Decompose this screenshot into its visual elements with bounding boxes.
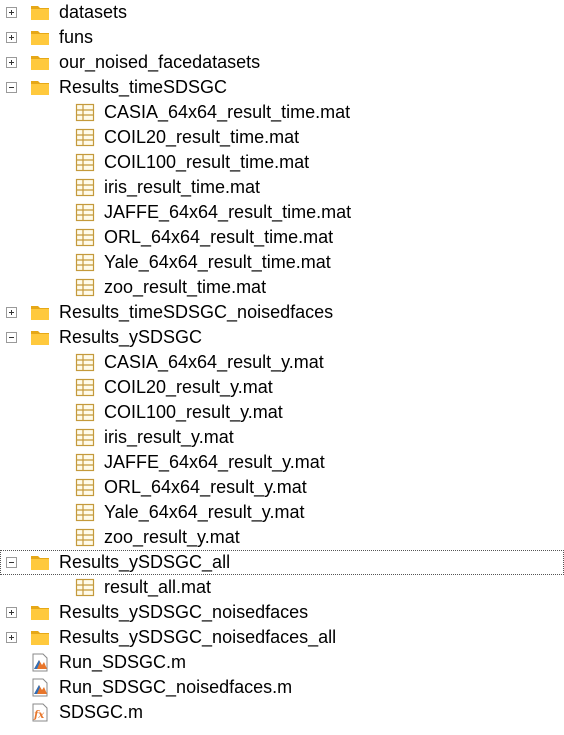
tree-item-label: Results_ySDSGC_noisedfaces_all <box>59 627 337 647</box>
matlab-function-icon: fx <box>30 703 50 722</box>
expand-toggle-icon[interactable] <box>6 57 17 68</box>
tree-item-label: CASIA_64x64_result_time.mat <box>104 102 351 122</box>
matlab-script-icon <box>30 678 50 697</box>
tree-item-label: iris_result_y.mat <box>104 427 234 447</box>
tree-item-label: our_noised_facedatasets <box>59 52 261 72</box>
tree-file-row[interactable]: COIL20_result_time.mat <box>0 125 564 150</box>
tree-item-label: CASIA_64x64_result_y.mat <box>104 352 324 372</box>
mat-file-icon <box>75 403 95 422</box>
folder-icon <box>30 3 50 22</box>
tree-file-row[interactable]: COIL20_result_y.mat <box>0 375 564 400</box>
mat-file-icon <box>75 178 95 197</box>
mat-file-icon <box>75 353 95 372</box>
tree-folder-row[interactable]: our_noised_facedatasets <box>0 50 564 75</box>
tree-item-label: JAFFE_64x64_result_y.mat <box>104 452 325 472</box>
expand-toggle-icon[interactable] <box>6 632 17 643</box>
tree-folder-row[interactable]: Results_ySDSGC_noisedfaces <box>0 600 564 625</box>
tree-file-row[interactable]: CASIA_64x64_result_time.mat <box>0 100 564 125</box>
collapse-toggle-icon[interactable] <box>6 557 17 568</box>
tree-item-label: Run_SDSGC.m <box>59 652 187 672</box>
tree-file-row[interactable]: Yale_64x64_result_time.mat <box>0 250 564 275</box>
tree-folder-row[interactable]: Results_ySDSGC <box>0 325 564 350</box>
mat-file-icon <box>75 278 95 297</box>
folder-icon <box>30 303 50 322</box>
tree-file-row[interactable]: zoo_result_time.mat <box>0 275 564 300</box>
tree-file-row[interactable]: Run_SDSGC.m <box>0 650 564 675</box>
tree-item-label: Results_timeSDSGC_noisedfaces <box>59 302 334 322</box>
tree-item-label: ORL_64x64_result_y.mat <box>104 477 307 497</box>
expand-toggle-icon[interactable] <box>6 7 17 18</box>
folder-icon <box>30 53 50 72</box>
matlab-script-icon <box>30 653 50 672</box>
tree-file-row[interactable]: CASIA_64x64_result_y.mat <box>0 350 564 375</box>
tree-item-label: COIL100_result_y.mat <box>104 402 283 422</box>
tree-file-row[interactable]: zoo_result_y.mat <box>0 525 564 550</box>
tree-item-label: zoo_result_time.mat <box>104 277 267 297</box>
tree-item-label: result_all.mat <box>104 577 212 597</box>
tree-item-label: Yale_64x64_result_y.mat <box>104 502 305 522</box>
tree-item-label: zoo_result_y.mat <box>104 527 240 547</box>
expand-toggle-icon[interactable] <box>6 607 17 618</box>
svg-text:fx: fx <box>33 710 45 721</box>
tree-file-row[interactable]: iris_result_y.mat <box>0 425 564 450</box>
tree-file-row[interactable]: COIL100_result_y.mat <box>0 400 564 425</box>
tree-item-label: COIL20_result_time.mat <box>104 127 300 147</box>
mat-file-icon <box>75 228 95 247</box>
tree-item-label: Run_SDSGC_noisedfaces.m <box>59 677 293 697</box>
tree-item-label: SDSGC.m <box>59 702 144 722</box>
mat-file-icon <box>75 253 95 272</box>
folder-icon <box>30 628 50 647</box>
mat-file-icon <box>75 503 95 522</box>
folder-icon <box>30 78 50 97</box>
collapse-toggle-icon[interactable] <box>6 332 17 343</box>
tree-item-label: COIL20_result_y.mat <box>104 377 273 397</box>
tree-file-row[interactable]: ORL_64x64_result_y.mat <box>0 475 564 500</box>
tree-folder-row[interactable]: Results_ySDSGC_all <box>0 550 564 575</box>
collapse-toggle-icon[interactable] <box>6 82 17 93</box>
tree-folder-row[interactable]: Results_timeSDSGC_noisedfaces <box>0 300 564 325</box>
tree-file-row[interactable]: result_all.mat <box>0 575 564 600</box>
mat-file-icon <box>75 153 95 172</box>
tree-folder-row[interactable]: datasets <box>0 0 564 25</box>
mat-file-icon <box>75 528 95 547</box>
tree-item-label: JAFFE_64x64_result_time.mat <box>104 202 352 222</box>
tree-item-label: Yale_64x64_result_time.mat <box>104 252 331 272</box>
tree-file-row[interactable]: JAFFE_64x64_result_time.mat <box>0 200 564 225</box>
tree-item-label: COIL100_result_time.mat <box>104 152 310 172</box>
folder-icon <box>30 553 50 572</box>
expand-toggle-icon[interactable] <box>6 32 17 43</box>
tree-item-label: Results_ySDSGC_all <box>59 552 231 572</box>
tree-file-row[interactable]: Yale_64x64_result_y.mat <box>0 500 564 525</box>
mat-file-icon <box>75 103 95 122</box>
tree-folder-row[interactable]: Results_ySDSGC_noisedfaces_all <box>0 625 564 650</box>
mat-file-icon <box>75 428 95 447</box>
tree-item-label: funs <box>59 27 94 47</box>
tree-item-label: Results_timeSDSGC <box>59 77 228 97</box>
mat-file-icon <box>75 203 95 222</box>
folder-icon <box>30 28 50 47</box>
tree-file-row[interactable]: iris_result_time.mat <box>0 175 564 200</box>
tree-file-row[interactable]: fx SDSGC.m <box>0 700 564 725</box>
mat-file-icon <box>75 578 95 597</box>
expand-toggle-icon[interactable] <box>6 307 17 318</box>
mat-file-icon <box>75 453 95 472</box>
tree-file-row[interactable]: Run_SDSGC_noisedfaces.m <box>0 675 564 700</box>
folder-icon <box>30 603 50 622</box>
file-tree: datasets funs our_noised_facedatasets Re… <box>0 0 564 725</box>
tree-file-row[interactable]: COIL100_result_time.mat <box>0 150 564 175</box>
mat-file-icon <box>75 128 95 147</box>
tree-item-label: datasets <box>59 2 128 22</box>
tree-folder-row[interactable]: funs <box>0 25 564 50</box>
tree-item-label: iris_result_time.mat <box>104 177 261 197</box>
tree-file-row[interactable]: ORL_64x64_result_time.mat <box>0 225 564 250</box>
tree-item-label: ORL_64x64_result_time.mat <box>104 227 334 247</box>
tree-file-row[interactable]: JAFFE_64x64_result_y.mat <box>0 450 564 475</box>
folder-icon <box>30 328 50 347</box>
tree-item-label: Results_ySDSGC <box>59 327 203 347</box>
tree-item-label: Results_ySDSGC_noisedfaces <box>59 602 309 622</box>
mat-file-icon <box>75 478 95 497</box>
tree-folder-row[interactable]: Results_timeSDSGC <box>0 75 564 100</box>
mat-file-icon <box>75 378 95 397</box>
